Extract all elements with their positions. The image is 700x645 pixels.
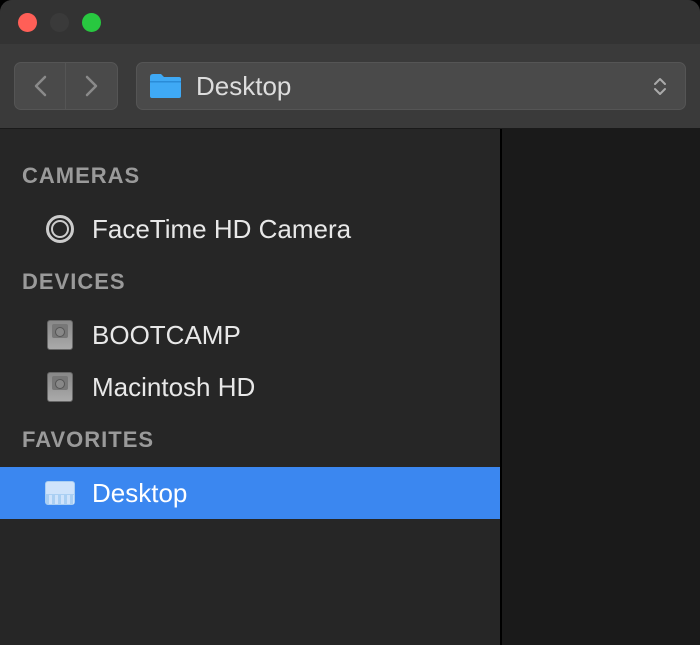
camera-icon: [44, 213, 76, 245]
sidebar-item-label: Macintosh HD: [92, 372, 255, 403]
location-dropdown[interactable]: Desktop: [136, 62, 686, 110]
chevron-left-icon: [33, 75, 47, 97]
sidebar-item-label: BOOTCAMP: [92, 320, 241, 351]
location-label: Desktop: [196, 71, 639, 102]
disk-icon: [44, 319, 76, 351]
file-list-pane: [502, 129, 700, 645]
titlebar: [0, 0, 700, 44]
content-area: CAMERAS FaceTime HD Camera DEVICES BOOTC…: [0, 129, 700, 645]
sidebar-item-bootcamp[interactable]: BOOTCAMP: [0, 309, 500, 361]
nav-buttons: [14, 62, 118, 110]
section-header-devices: DEVICES: [0, 255, 500, 309]
sidebar: CAMERAS FaceTime HD Camera DEVICES BOOTC…: [0, 129, 502, 645]
toolbar: Desktop: [0, 44, 700, 129]
forward-button[interactable]: [66, 63, 117, 109]
chevron-right-icon: [85, 75, 99, 97]
sidebar-item-facetime-camera[interactable]: FaceTime HD Camera: [0, 203, 500, 255]
sidebar-item-desktop[interactable]: Desktop: [0, 467, 500, 519]
sidebar-item-label: Desktop: [92, 478, 187, 509]
file-browser-window: Desktop CAMERAS FaceTime HD Camera DEVIC…: [0, 0, 700, 645]
dropdown-stepper-icon: [653, 77, 673, 96]
minimize-window-button[interactable]: [50, 13, 69, 32]
disk-icon: [44, 371, 76, 403]
close-window-button[interactable]: [18, 13, 37, 32]
section-header-cameras: CAMERAS: [0, 149, 500, 203]
desktop-icon: [44, 477, 76, 509]
sidebar-item-label: FaceTime HD Camera: [92, 214, 351, 245]
folder-icon: [149, 73, 182, 99]
section-header-favorites: FAVORITES: [0, 413, 500, 467]
maximize-window-button[interactable]: [82, 13, 101, 32]
back-button[interactable]: [15, 63, 66, 109]
sidebar-item-macintosh-hd[interactable]: Macintosh HD: [0, 361, 500, 413]
